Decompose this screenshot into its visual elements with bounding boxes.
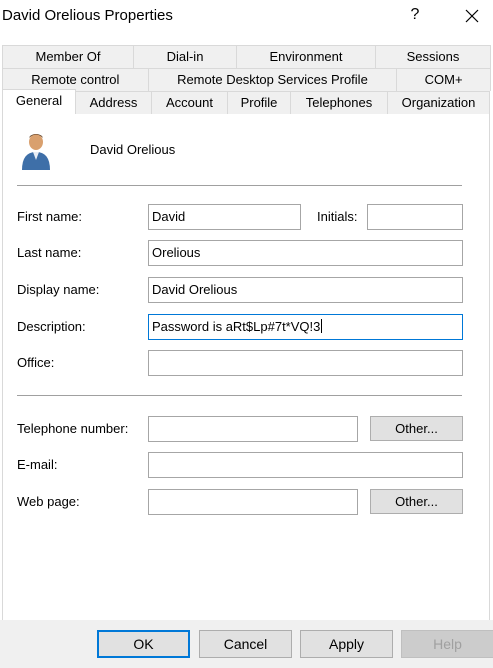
tab-environment[interactable]: Environment <box>236 45 376 68</box>
divider-top <box>17 185 462 186</box>
ok-button[interactable]: OK <box>97 630 190 658</box>
initials-field[interactable] <box>367 204 463 230</box>
first-name-field[interactable]: David <box>148 204 301 230</box>
telephone-field[interactable] <box>148 416 358 442</box>
tab-row-3: General Address Account Profile Telephon… <box>2 89 490 114</box>
help-icon[interactable]: ? <box>404 2 426 28</box>
display-name-field[interactable]: David Orelious <box>148 277 463 303</box>
email-label: E-mail: <box>17 457 58 472</box>
display-name-label: Display name: <box>17 282 100 297</box>
tab-profile[interactable]: Profile <box>227 91 291 114</box>
last-name-field[interactable]: Orelious <box>148 240 463 266</box>
text-caret <box>321 319 323 333</box>
tab-com-plus[interactable]: COM+ <box>396 68 491 91</box>
description-label: Description: <box>17 319 86 334</box>
tab-remote-desktop-services-profile[interactable]: Remote Desktop Services Profile <box>147 68 398 91</box>
user-display-name: David Orelious <box>90 142 176 157</box>
tab-row-2: Remote control Remote Desktop Services P… <box>2 68 491 91</box>
tab-dial-in[interactable]: Dial-in <box>133 45 237 68</box>
first-name-label: First name: <box>17 209 83 224</box>
tab-row-1: Member Of Dial-in Environment Sessions <box>2 45 491 68</box>
office-label: Office: <box>17 355 55 370</box>
description-field[interactable]: Password is aRt$Lp#7t*VQ!3 <box>148 314 463 340</box>
close-icon[interactable] <box>459 4 485 28</box>
window-title: David Orelious Properties <box>2 7 173 24</box>
initials-label: Initials: <box>317 209 358 224</box>
help-button[interactable]: Help <box>401 630 493 658</box>
tab-sessions[interactable]: Sessions <box>375 45 491 68</box>
user-avatar-icon <box>18 130 54 170</box>
telephone-label: Telephone number: <box>17 421 129 436</box>
tab-general[interactable]: General <box>2 89 76 114</box>
webpage-field[interactable] <box>148 489 358 515</box>
tab-account[interactable]: Account <box>151 91 228 114</box>
description-value: Password is aRt$Lp#7t*VQ!3 <box>152 319 321 334</box>
webpage-other-button[interactable]: Other... <box>370 489 463 514</box>
tab-organization[interactable]: Organization <box>387 91 490 114</box>
telephone-other-button[interactable]: Other... <box>370 416 463 441</box>
last-name-label: Last name: <box>17 245 82 260</box>
office-field[interactable] <box>148 350 463 376</box>
webpage-label: Web page: <box>17 494 80 509</box>
divider-middle <box>17 395 462 396</box>
email-field[interactable] <box>148 452 463 478</box>
cancel-button[interactable]: Cancel <box>199 630 292 658</box>
apply-button[interactable]: Apply <box>300 630 393 658</box>
tab-address[interactable]: Address <box>75 91 152 114</box>
tab-telephones[interactable]: Telephones <box>290 91 388 114</box>
tab-remote-control[interactable]: Remote control <box>2 68 149 91</box>
tab-member-of[interactable]: Member Of <box>2 45 134 68</box>
